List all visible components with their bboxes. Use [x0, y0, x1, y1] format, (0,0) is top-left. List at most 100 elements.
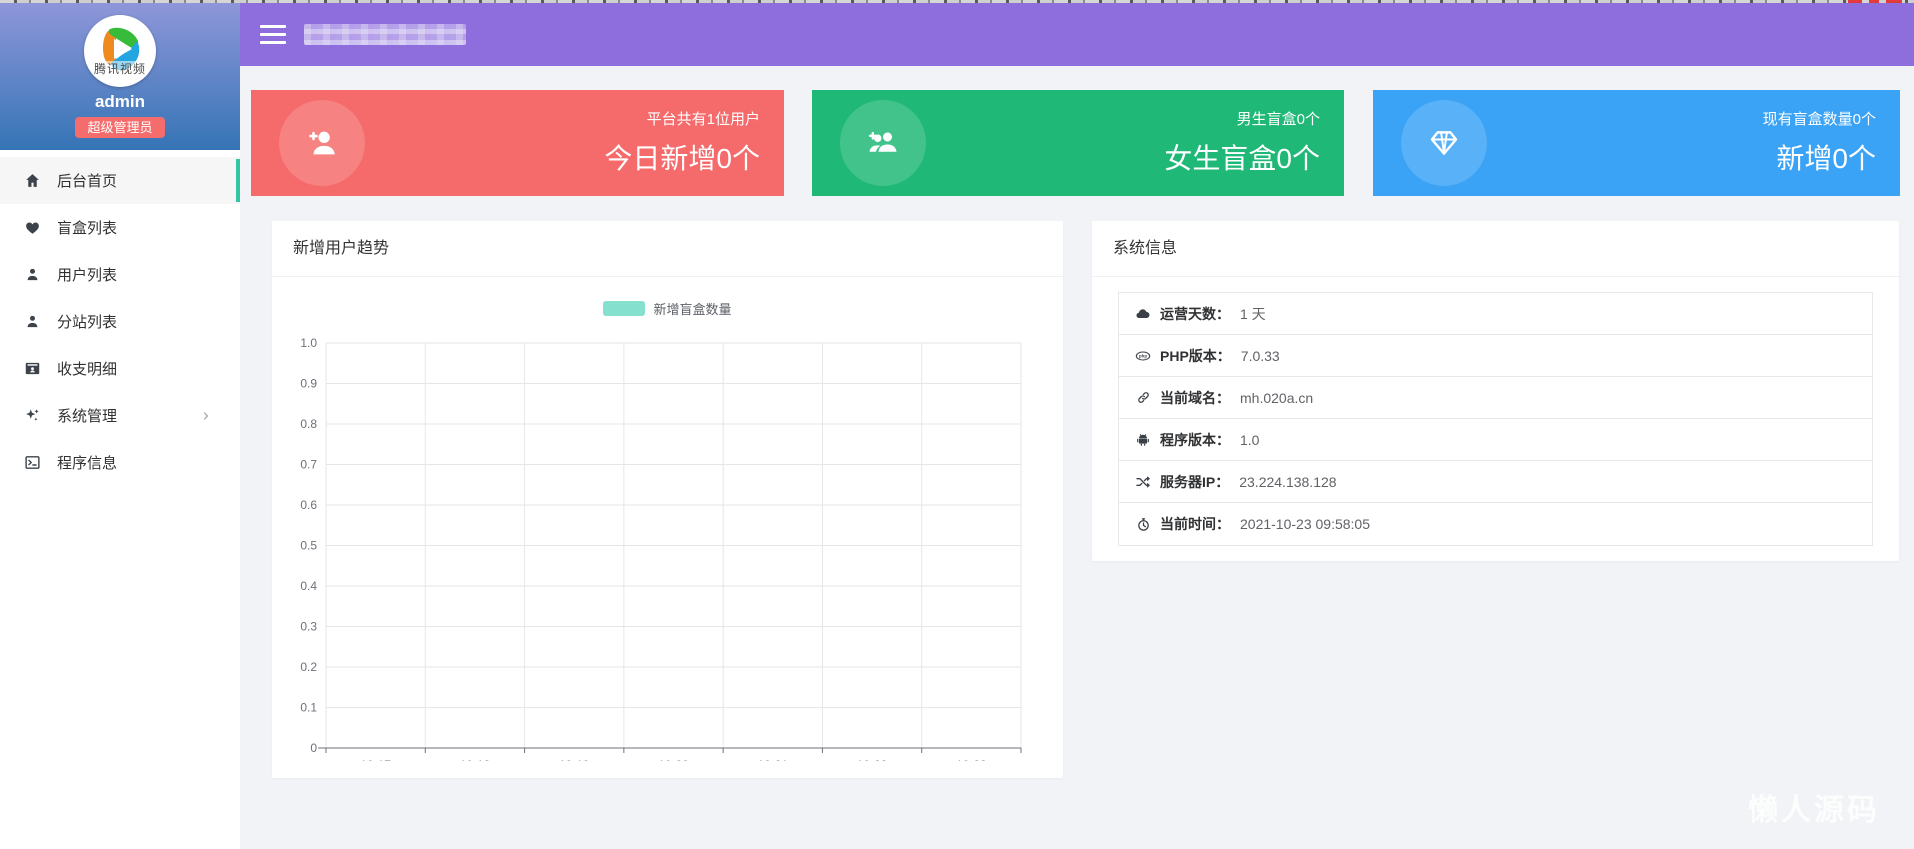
svg-text:0.1: 0.1	[300, 701, 317, 715]
strip-red-fragment	[1848, 0, 1862, 3]
stat-card-title: 新增0个	[1776, 143, 1876, 174]
svg-text:0.8: 0.8	[300, 417, 317, 431]
info-row-server-ip: 服务器IP： 23.224.138.128	[1119, 461, 1872, 503]
svg-text:0.4: 0.4	[300, 579, 317, 593]
info-label: 服务器IP：	[1160, 473, 1230, 490]
sidebar-item-system-management[interactable]: 系统管理	[0, 392, 240, 439]
info-value: 2021-10-23 09:58:05	[1240, 516, 1370, 532]
svg-text:0.2: 0.2	[300, 660, 317, 674]
blurred-page-title	[304, 24, 466, 45]
info-label: 当前域名：	[1160, 389, 1230, 406]
info-value: 1.0	[1240, 431, 1260, 448]
stat-card-subtitle: 男生盲盒0个	[1236, 111, 1320, 128]
svg-text:php: php	[1139, 353, 1147, 358]
diamond-icon	[1401, 100, 1487, 186]
menu-icon[interactable]	[260, 25, 286, 44]
svg-text:0: 0	[310, 741, 317, 755]
browser-edge-strip	[0, 0, 1914, 3]
sidebar-item-income-expense[interactable]: 收支明细	[0, 345, 240, 392]
sidebar-item-label: 程序信息	[57, 455, 118, 472]
group-add-icon	[840, 100, 926, 186]
system-info-panel: 系统信息 运营天数： 1 天 php PHP版本： 7.0.33 当前域名： m…	[1092, 221, 1899, 561]
id-card-icon	[22, 360, 42, 377]
sidebar-menu: 后台首页 盲盒列表 用户列表 分站列表 收支明细 系统管理 程序信息	[0, 150, 240, 486]
home-icon	[22, 172, 42, 189]
svg-text:10-23: 10-23	[956, 758, 987, 761]
info-label: 程序版本：	[1160, 431, 1230, 448]
info-value: 1 天	[1240, 305, 1266, 322]
cloud-icon	[1134, 306, 1152, 322]
trend-chart-panel: 新增用户趋势 新增盲盒数量 0 0.1 0.2 0.3 0.4 0.5 0.6 0.7 0.8 0…	[272, 221, 1063, 778]
svg-text:10-20: 10-20	[658, 758, 689, 761]
android-icon	[1134, 432, 1152, 448]
sidebar: 腾讯视频 admin 超级管理员 后台首页 盲盒列表 用户列表 分站列表 收支明…	[0, 3, 240, 849]
avatar[interactable]: 腾讯视频	[84, 15, 156, 87]
sidebar-item-label: 后台首页	[57, 173, 118, 190]
avatar-caption: 腾讯视频	[84, 61, 156, 77]
strip-red-fragment	[1869, 0, 1879, 3]
sidebar-item-label: 系统管理	[57, 408, 118, 425]
role-badge: 超级管理员	[75, 117, 165, 138]
info-label: PHP版本：	[1160, 347, 1231, 364]
legend-swatch	[603, 301, 646, 316]
stat-card-subtitle: 平台共有1位用户	[646, 111, 760, 128]
system-info-list: 运营天数： 1 天 php PHP版本： 7.0.33 当前域名： mh.020…	[1118, 292, 1873, 546]
svg-text:0.6: 0.6	[300, 498, 317, 512]
sparkles-icon	[22, 407, 42, 424]
chart-panel-title: 新增用户趋势	[272, 221, 1063, 277]
svg-text:0.9: 0.9	[300, 377, 317, 391]
chevron-right-icon	[200, 410, 212, 422]
sidebar-item-blindbox-list[interactable]: 盲盒列表	[0, 204, 240, 251]
shuffle-icon	[1134, 474, 1152, 490]
stat-card-title: 今日新增0个	[604, 143, 760, 174]
legend-label: 新增盲盒数量	[653, 302, 732, 317]
stat-card-boxes-total: 现有盲盒数量0个 新增0个	[1373, 90, 1900, 196]
info-label: 当前时间：	[1160, 516, 1230, 532]
stat-card-boxes-gender: 男生盲盒0个 女生盲盒0个	[812, 90, 1344, 196]
svg-text:10-21: 10-21	[757, 758, 788, 761]
watermark: 懒人源码	[1748, 794, 1880, 827]
php-icon: php	[1134, 348, 1152, 364]
main-content: 平台共有1位用户 今日新增0个 男生盲盒0个 女生盲盒0个 现有盲盒数量0个 新…	[240, 66, 1914, 849]
svg-text:10-17: 10-17	[360, 758, 391, 761]
user-name: admin	[94, 92, 146, 111]
system-panel-title: 系统信息	[1092, 221, 1899, 277]
user-icon	[22, 266, 42, 283]
info-row-uptime: 运营天数： 1 天	[1119, 293, 1872, 335]
strip-red-fragment	[1886, 0, 1902, 3]
sidebar-item-label: 盲盒列表	[57, 220, 118, 237]
sidebar-item-label: 分站列表	[57, 314, 118, 331]
stat-card-users: 平台共有1位用户 今日新增0个	[251, 90, 784, 196]
info-row-domain: 当前域名： mh.020a.cn	[1119, 377, 1872, 419]
info-value: mh.020a.cn	[1240, 389, 1314, 406]
sidebar-user-card: 腾讯视频 admin 超级管理员	[0, 3, 240, 150]
sidebar-item-label: 收支明细	[57, 361, 118, 378]
sidebar-item-substation-list[interactable]: 分站列表	[0, 298, 240, 345]
legend-item[interactable]: 新增盲盒数量	[272, 299, 1063, 318]
info-value: 23.224.138.128	[1239, 473, 1337, 490]
sidebar-item-program-info[interactable]: 程序信息	[0, 439, 240, 486]
user-add-icon	[279, 100, 365, 186]
top-header	[240, 3, 1914, 66]
stat-card-subtitle: 现有盲盒数量0个	[1762, 111, 1876, 128]
svg-text:0.3: 0.3	[300, 620, 317, 634]
svg-text:0.5: 0.5	[300, 539, 317, 553]
info-row-php-version: php PHP版本： 7.0.33	[1119, 335, 1872, 377]
info-row-program-version: 程序版本： 1.0	[1119, 419, 1872, 461]
info-row-current-time: 当前时间： 2021-10-23 09:58:05	[1119, 503, 1872, 545]
link-icon	[1134, 390, 1152, 405]
user-icon	[22, 313, 42, 330]
sidebar-item-dashboard[interactable]: 后台首页	[0, 157, 240, 204]
heart-icon	[22, 219, 42, 236]
svg-text:10-18: 10-18	[460, 758, 491, 761]
svg-text:10-22: 10-22	[857, 758, 888, 761]
stat-card-title: 女生盲盒0个	[1164, 143, 1320, 174]
sidebar-item-label: 用户列表	[57, 267, 118, 284]
terminal-icon	[22, 454, 42, 471]
info-value: 7.0.33	[1240, 347, 1280, 364]
svg-text:10-19: 10-19	[559, 758, 590, 761]
sidebar-item-user-list[interactable]: 用户列表	[0, 251, 240, 298]
line-chart: 0 0.1 0.2 0.3 0.4 0.5 0.6 0.7 0.8 0.9 1.0 10-17 10-1…	[300, 336, 1022, 761]
clock-icon	[1134, 517, 1152, 532]
info-label: 运营天数：	[1160, 305, 1230, 322]
